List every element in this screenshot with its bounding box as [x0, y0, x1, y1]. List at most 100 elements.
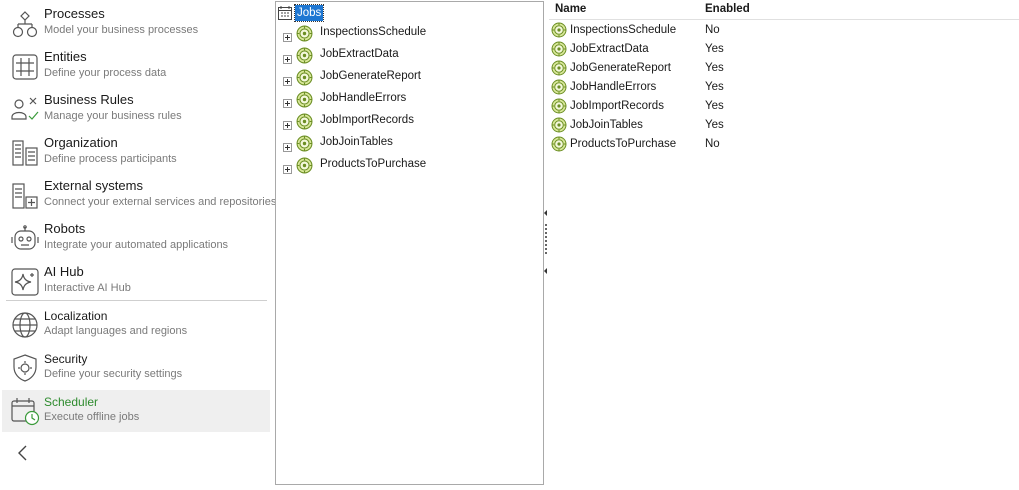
nav-title: Business Rules [44, 92, 134, 107]
nav-subtitle: Integrate your automated applications [44, 239, 229, 251]
nav-subtitle: Adapt languages and regions [44, 325, 188, 337]
expand-icon[interactable] [283, 51, 292, 60]
nav-subtitle: Connect your external services and repos… [44, 196, 277, 208]
process-flow-icon [10, 9, 40, 39]
tree-root-jobs[interactable]: Jobs [276, 2, 376, 22]
expand-icon[interactable] [283, 29, 292, 38]
nav-item-scheduler[interactable]: Scheduler Execute offline jobs [2, 390, 270, 432]
nav-subtitle: Define your security settings [44, 368, 183, 380]
nav-item-ai-hub[interactable]: AI Hub Interactive AI Hub [2, 261, 270, 303]
gear-icon [296, 69, 313, 86]
nav-subtitle: Define your process data [44, 67, 167, 79]
list-row[interactable]: JobHandleErrors Yes [549, 78, 1019, 97]
list-row[interactable]: JobGenerateReport Yes [549, 59, 1019, 78]
jobs-tree-panel[interactable]: Jobs InspectionsSchedule JobExtractData … [275, 1, 544, 485]
gear-icon [551, 60, 567, 76]
job-name: InspectionsSchedule [570, 24, 677, 36]
list-row[interactable]: JobImportRecords Yes [549, 97, 1019, 116]
tree-item-label: JobHandleErrors [320, 92, 407, 104]
gear-icon [551, 22, 567, 38]
nav-title: External systems [44, 178, 143, 193]
nav-item-entities[interactable]: Entities Define your process data [2, 46, 270, 88]
external-systems-icon [10, 181, 40, 211]
calendar-clock-icon [10, 396, 40, 426]
nav-subtitle: Model your business processes [44, 24, 199, 36]
nav-subtitle: Manage your business rules [44, 110, 182, 122]
tree-item[interactable]: ProductsToPurchase [283, 156, 533, 176]
globe-icon [10, 310, 40, 340]
tree-item-label: JobGenerateReport [320, 70, 422, 82]
nav-subtitle: Execute offline jobs [44, 411, 140, 423]
gear-icon [296, 91, 313, 108]
navigation-sidebar: Processes Model your business processes … [0, 0, 276, 485]
gear-icon [296, 25, 313, 42]
gear-icon [551, 98, 567, 114]
tree-item[interactable]: JobImportRecords [283, 112, 533, 132]
collapse-left-arrow-icon[interactable] [544, 210, 547, 216]
nav-title: AI Hub [44, 264, 84, 279]
ai-sparkle-icon [10, 267, 40, 297]
gear-icon [551, 41, 567, 57]
job-name: JobGenerateReport [570, 62, 672, 74]
nav-title: Robots [44, 221, 86, 236]
collapse-sidebar-button[interactable] [14, 442, 34, 464]
gear-icon [551, 136, 567, 152]
nav-item-organization[interactable]: Organization Define process participants [2, 132, 270, 174]
tree-item-label: JobExtractData [320, 48, 399, 60]
list-header: Name Enabled [549, 0, 1019, 20]
nav-item-business-rules[interactable]: Business Rules Manage your business rule… [2, 89, 270, 131]
tree-item[interactable]: InspectionsSchedule [283, 24, 533, 44]
job-enabled: No [705, 24, 720, 36]
expand-icon[interactable] [283, 139, 292, 148]
tree-item[interactable]: JobExtractData [283, 46, 533, 66]
entities-grid-icon [10, 52, 40, 82]
job-name: ProductsToPurchase [570, 138, 677, 150]
calendar-icon [277, 5, 293, 21]
nav-item-processes[interactable]: Processes Model your business processes [2, 3, 270, 45]
tree-item-label: JobJoinTables [320, 136, 393, 148]
job-enabled: Yes [705, 100, 724, 112]
gear-icon [551, 117, 567, 133]
expand-icon[interactable] [283, 161, 292, 170]
expand-icon[interactable] [283, 95, 292, 104]
organization-icon [10, 138, 40, 168]
tree-item-label: JobImportRecords [320, 114, 414, 126]
nav-title: Entities [44, 49, 87, 64]
nav-item-security[interactable]: Security Define your security settings [2, 347, 270, 389]
nav-title: Security [44, 352, 88, 366]
list-row[interactable]: JobJoinTables Yes [549, 116, 1019, 135]
shield-gear-icon [10, 353, 40, 383]
business-rules-icon [10, 95, 40, 125]
nav-item-robots[interactable]: Robots Integrate your automated applicat… [2, 218, 270, 260]
gear-icon [296, 135, 313, 152]
nav-title: Scheduler [44, 395, 99, 409]
job-enabled: Yes [705, 62, 724, 74]
expand-icon[interactable] [283, 73, 292, 82]
tree-item-label: InspectionsSchedule [320, 26, 427, 38]
list-row[interactable]: InspectionsSchedule No [549, 21, 1019, 40]
nav-item-localization[interactable]: Localization Adapt languages and regions [2, 304, 270, 346]
column-header-name[interactable]: Name [555, 3, 586, 15]
chevron-left-icon [14, 445, 34, 468]
list-row[interactable]: ProductsToPurchase No [549, 135, 1019, 154]
nav-title: Localization [44, 309, 108, 323]
robot-icon [10, 224, 40, 254]
list-row[interactable]: JobExtractData Yes [549, 40, 1019, 59]
jobs-list-panel: Name Enabled InspectionsSchedule No JobE… [549, 0, 1019, 485]
tree-item[interactable]: JobJoinTables [283, 134, 533, 154]
nav-item-external-systems[interactable]: External systems Connect your external s… [2, 175, 276, 217]
tree-item[interactable]: JobHandleErrors [283, 90, 533, 110]
job-name: JobJoinTables [570, 119, 643, 131]
nav-subtitle: Interactive AI Hub [44, 282, 131, 294]
column-header-enabled[interactable]: Enabled [705, 3, 750, 15]
job-enabled: No [705, 138, 720, 150]
nav-title: Organization [44, 135, 118, 150]
job-name: JobImportRecords [570, 100, 664, 112]
tree-root-label[interactable]: Jobs [293, 4, 325, 22]
job-name: JobExtractData [570, 43, 649, 55]
gear-icon [296, 157, 313, 174]
nav-subtitle: Define process participants [44, 153, 177, 165]
collapse-right-arrow-icon[interactable] [544, 268, 547, 274]
expand-icon[interactable] [283, 117, 292, 126]
tree-item[interactable]: JobGenerateReport [283, 68, 533, 88]
